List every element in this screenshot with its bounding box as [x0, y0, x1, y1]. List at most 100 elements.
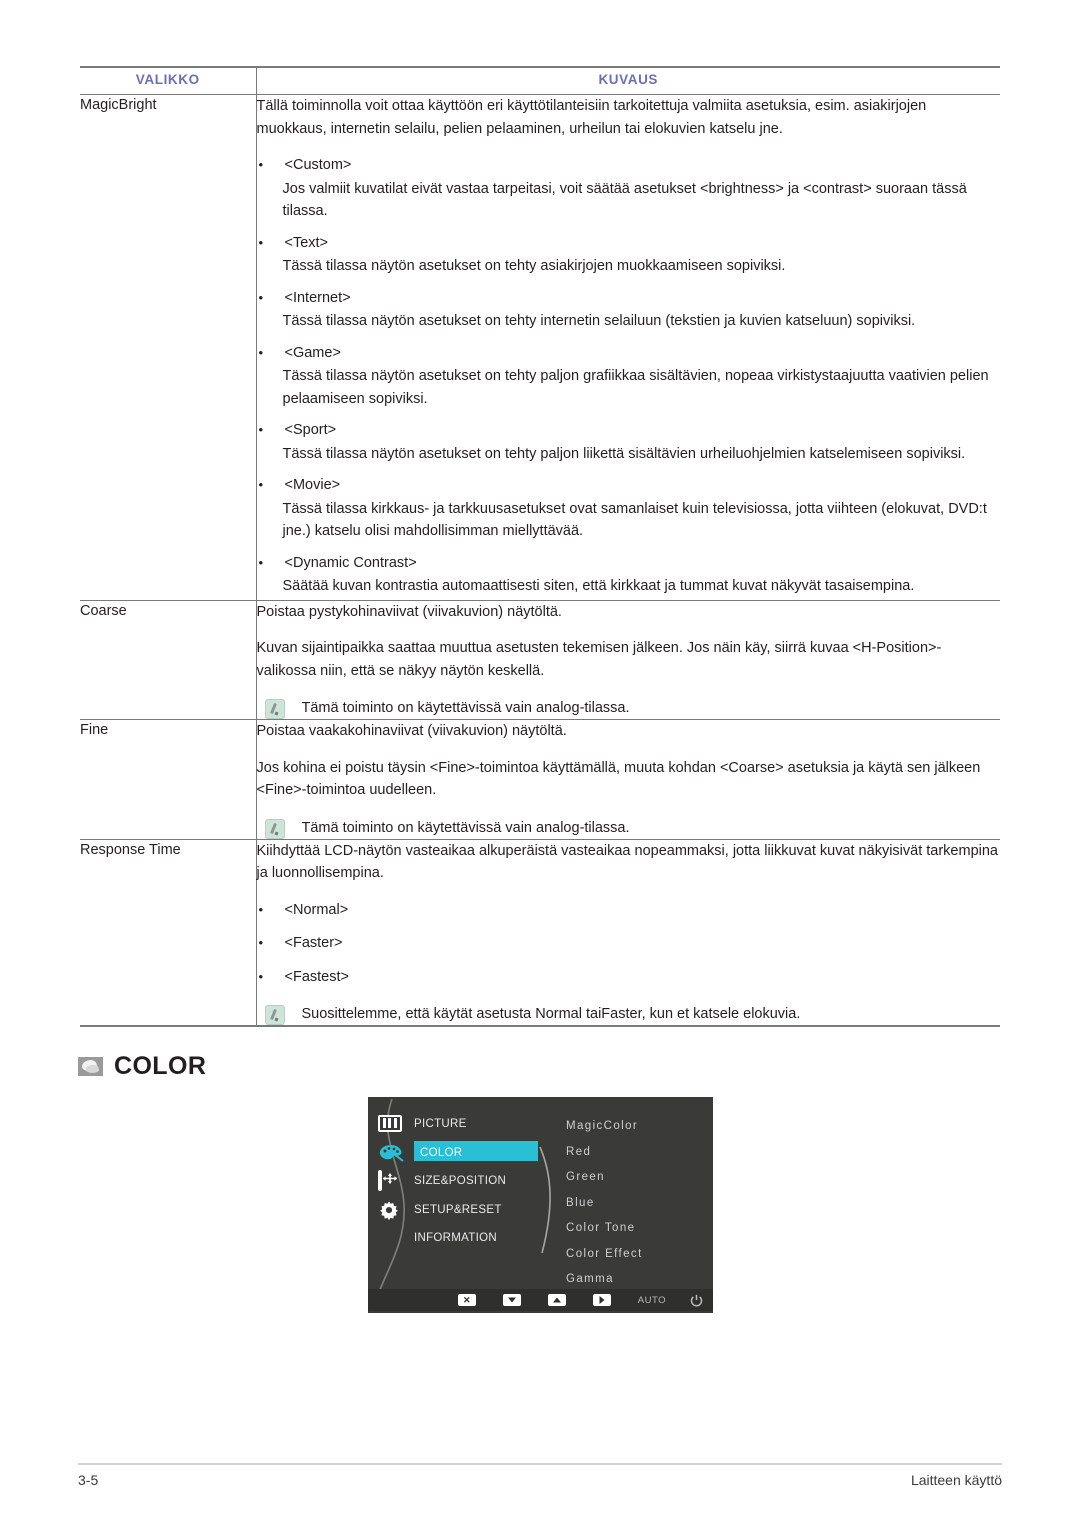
column-header-menu: VALIKKO [80, 66, 257, 95]
row-menu-label: Fine [80, 719, 257, 840]
bullet-dot-icon: • [258, 477, 264, 492]
bullet-description: Tässä tilassa näytön asetukset on tehty … [282, 445, 966, 462]
bullet-dot-icon: • [258, 234, 264, 250]
osd-submenu-item[interactable]: Color Effect [566, 1242, 643, 1268]
bullet-description: Jos valmiit kuvatilat eivät vastaa tarpe… [282, 180, 967, 220]
osd-item-setup-reset[interactable]: SETUP&RESET [378, 1199, 558, 1221]
option-label: <Faster> [284, 935, 343, 951]
osd-submenu-item[interactable]: Blue [566, 1191, 643, 1217]
arrow-down-icon[interactable] [502, 1294, 521, 1306]
osd-item-label: PICTURE [414, 1118, 467, 1130]
bullet-item: • <Text> Tässä tilassa näytön asetukset … [257, 232, 1001, 278]
gear-icon [378, 1200, 404, 1221]
bullet-description: Tässä tilassa kirkkaus- ja tarkkuusasetu… [282, 500, 987, 540]
osd-item-size-position[interactable]: SIZE&POSITION [378, 1169, 558, 1192]
bullet-label: <Dynamic Contrast> [284, 554, 417, 571]
bullet-item: • <Internet> Tässä tilassa näytön asetuk… [257, 287, 1001, 333]
settings-table: VALIKKO KUVAUS MagicBright Tällä toiminn… [80, 66, 1000, 1027]
bullet-description: Tässä tilassa näytön asetukset on tehty … [282, 313, 916, 329]
bullet-label: <Game> [284, 344, 341, 361]
chapter-label: Laitteen käyttö [910, 1472, 1002, 1488]
column-header-description: KUVAUS [256, 66, 1000, 95]
osd-item-color[interactable]: COLOR [378, 1140, 558, 1164]
page-title: COLOR [114, 1052, 207, 1080]
osd-submenu-item[interactable]: Green [566, 1165, 643, 1191]
row-menu-label: Response Time [80, 839, 257, 1027]
note-icon [264, 818, 285, 839]
exit-icon[interactable]: ✕ [457, 1294, 476, 1306]
bullet-label: <Text> [284, 234, 329, 251]
note-text: Suosittelemme, että käytät asetusta Norm… [301, 1006, 801, 1022]
bullet-dot-icon: • [258, 157, 264, 172]
footer-divider [78, 1463, 1002, 1465]
option-item: • <Faster> [257, 932, 1001, 955]
osd-item-label: SIZE&POSITION [414, 1175, 507, 1187]
bullet-description: Tässä tilassa näytön asetukset on tehty … [282, 258, 786, 274]
note-block: Tämä toiminto on käytettävissä vain anal… [257, 698, 1001, 719]
row-menu-label: Coarse [80, 600, 257, 720]
auto-button-label[interactable]: AUTO [638, 1295, 666, 1306]
note-text: Tämä toiminto on käytettävissä vain anal… [301, 819, 630, 836]
note-icon [264, 699, 285, 719]
power-icon[interactable] [690, 1294, 703, 1307]
page-footer: 3-5 Laitteen käyttö [78, 1472, 1002, 1488]
osd-submenu-item[interactable]: MagicColor [566, 1114, 643, 1140]
bullet-heading: • <Custom> [257, 154, 1001, 177]
bullet-heading: • <Game> [257, 342, 1001, 365]
table-header: VALIKKO KUVAUS [80, 66, 1000, 95]
bullet-heading: • <Movie> [257, 474, 1001, 497]
table-row: Response Time Kiihdyttää LCD-näytön vast… [80, 839, 1001, 1027]
bullet-item: • <Dynamic Contrast> Säätää kuvan kontra… [257, 552, 1001, 598]
row-description: Poistaa pystykohinaviivat (viivakuvion) … [256, 600, 1000, 720]
osd-item-picture[interactable]: PICTURE [378, 1113, 558, 1135]
row-intro-text: Poistaa pystykohinaviivat (viivakuvion) … [256, 603, 562, 620]
option-label: <Fastest> [284, 968, 349, 985]
arrow-up-icon[interactable] [547, 1294, 566, 1306]
bullet-dot-icon: • [258, 935, 264, 950]
bullet-item: • <Movie> Tässä tilassa kirkkaus- ja tar… [257, 474, 1001, 543]
page-number: 3-5 [78, 1472, 99, 1488]
osd-submenu: MagicColor Red Green Blue Color Tone Col… [566, 1114, 643, 1293]
osd-main-menu: PICTURE COLOR SIZE&POSITION SETUP&RESET … [378, 1113, 558, 1256]
bullet-dot-icon: • [258, 554, 264, 570]
osd-item-information[interactable]: INFORMATION [378, 1227, 558, 1249]
picture-icon [378, 1114, 404, 1134]
note-block: Suosittelemme, että käytät asetusta Norm… [257, 1004, 1001, 1025]
row-secondary-text: Kuvan sijaintipaikka saattaa muuttua ase… [256, 640, 942, 679]
note-text: Tämä toiminto on käytettävissä vain anal… [301, 700, 630, 716]
bullet-heading: • <Dynamic Contrast> [257, 552, 1001, 575]
table-row: Coarse Poistaa pystykohinaviivat (viivak… [80, 600, 1000, 720]
bullet-label: <Sport> [284, 422, 337, 438]
bullet-dot-icon: • [258, 422, 264, 437]
bullet-label: <Movie> [284, 477, 341, 493]
bullet-heading: • <Text> [257, 232, 1001, 255]
bullet-dot-icon: • [258, 289, 264, 305]
option-label: <Normal> [284, 901, 349, 918]
row-intro-text: Kiihdyttää LCD-näytön vasteaikaa alkuper… [256, 842, 998, 882]
bullet-heading: • <Internet> [257, 287, 1001, 310]
color-swatch-icon [78, 1057, 103, 1076]
bullet-description: Tässä tilassa näytön asetukset on tehty … [282, 368, 989, 407]
info-icon [378, 1229, 404, 1248]
bullet-dot-icon: • [258, 968, 264, 984]
osd-item-label: SETUP&RESET [414, 1203, 502, 1216]
bullet-heading: • <Sport> [257, 419, 1001, 442]
option-item: • <Fastest> [257, 966, 1001, 989]
osd-item-label: COLOR [420, 1146, 463, 1159]
bullet-item: • <Custom> Jos valmiit kuvatilat eivät v… [257, 154, 1001, 223]
size-position-icon [378, 1169, 404, 1191]
osd-submenu-item[interactable]: Red [566, 1140, 643, 1166]
row-secondary-text: Jos kohina ei poistu täysin <Fine>-toimi… [256, 759, 981, 799]
row-description: Tällä toiminnolla voit ottaa käyttöön er… [256, 94, 1001, 601]
arrow-right-icon[interactable] [592, 1294, 611, 1306]
palette-icon [378, 1143, 404, 1162]
osd-submenu-item[interactable]: Color Tone [566, 1216, 643, 1242]
row-intro-text: Poistaa vaakakohinaviivat (viivakuvion) … [256, 723, 567, 739]
bullet-label: <Custom> [284, 157, 352, 173]
row-intro-text: Tällä toiminnolla voit ottaa käyttöön er… [256, 98, 927, 137]
bullet-item: • <Game> Tässä tilassa näytön asetukset … [257, 342, 1001, 411]
bullet-label: <Internet> [284, 289, 351, 306]
bullet-dot-icon: • [258, 901, 264, 917]
option-item: • <Normal> [257, 899, 1001, 922]
table-row: Fine Poistaa vaakakohinaviivat (viivakuv… [80, 719, 1000, 840]
